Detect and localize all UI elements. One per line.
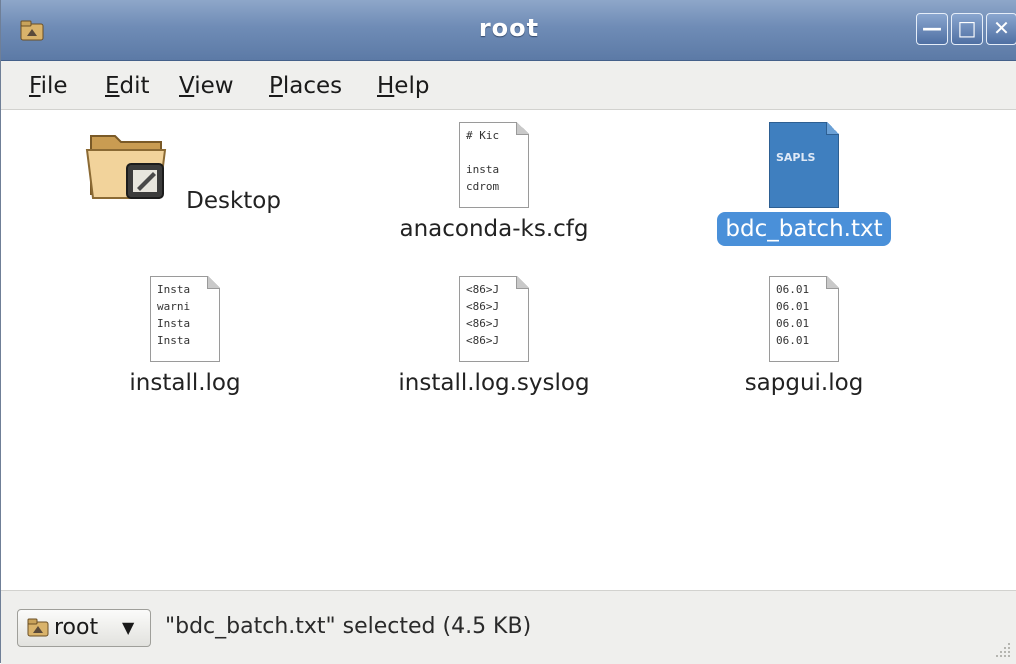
file-item-desktop[interactable]: Desktop: [55, 122, 315, 218]
status-message: "bdc_batch.txt" selected (4.5 KB): [165, 614, 532, 639]
minimize-button[interactable]: —: [916, 13, 948, 45]
file-item-install-log[interactable]: Insta warni Insta Insta install.log: [55, 276, 315, 400]
document-file-icon: SAPLS: [769, 122, 839, 208]
title-bar[interactable]: root — □ ✕: [1, 0, 1016, 61]
location-label: root: [54, 615, 99, 640]
minimize-icon: —: [922, 16, 942, 40]
resize-grip-icon[interactable]: [993, 640, 1013, 660]
menu-edit[interactable]: Edit: [97, 69, 158, 103]
menu-help[interactable]: Help: [369, 69, 437, 103]
file-item-install-log-syslog[interactable]: <86>J <86>J <86>J <86>J install.log.sysl…: [364, 276, 624, 400]
location-dropdown-button[interactable]: root ▼: [17, 609, 151, 647]
file-name-label: bdc_batch.txt: [717, 212, 891, 246]
file-name-label: install.log.syslog: [398, 370, 590, 396]
text-file-icon: Insta warni Insta Insta: [150, 276, 220, 362]
text-file-icon: <86>J <86>J <86>J <86>J: [459, 276, 529, 362]
menu-file[interactable]: File: [21, 69, 76, 103]
icon-view[interactable]: Desktop # Kic insta cdrom anaconda-ks.cf…: [2, 110, 1016, 588]
menu-view[interactable]: View: [171, 69, 242, 103]
chevron-down-icon: ▼: [122, 618, 135, 637]
text-file-icon: 06.01 06.01 06.01 06.01: [769, 276, 839, 362]
status-bar: root ▼ "bdc_batch.txt" selected (4.5 KB): [1, 590, 1016, 664]
close-icon: ✕: [993, 16, 1010, 40]
menu-places[interactable]: Places: [261, 69, 350, 103]
maximize-button[interactable]: □: [951, 13, 983, 45]
folder-icon: [85, 135, 167, 199]
file-name-label: Desktop: [186, 188, 281, 214]
file-name-label: sapgui.log: [744, 370, 864, 396]
file-manager-window: root — □ ✕ File Edit View Places Help De…: [0, 0, 1016, 664]
file-item-bdc-batch-txt[interactable]: SAPLS bdc_batch.txt: [674, 122, 934, 246]
text-file-icon: # Kic insta cdrom: [459, 122, 529, 208]
file-item-anaconda-ks-cfg[interactable]: # Kic insta cdrom anaconda-ks.cfg: [364, 122, 624, 246]
menu-bar: File Edit View Places Help: [1, 61, 1016, 110]
file-item-sapgui-log[interactable]: 06.01 06.01 06.01 06.01 sapgui.log: [674, 276, 934, 400]
close-button[interactable]: ✕: [986, 13, 1016, 45]
window-title: root: [478, 14, 540, 42]
home-folder-icon: [27, 618, 49, 637]
maximize-icon: □: [957, 16, 977, 40]
file-name-label: install.log: [129, 370, 241, 396]
file-name-label: anaconda-ks.cfg: [399, 216, 589, 242]
